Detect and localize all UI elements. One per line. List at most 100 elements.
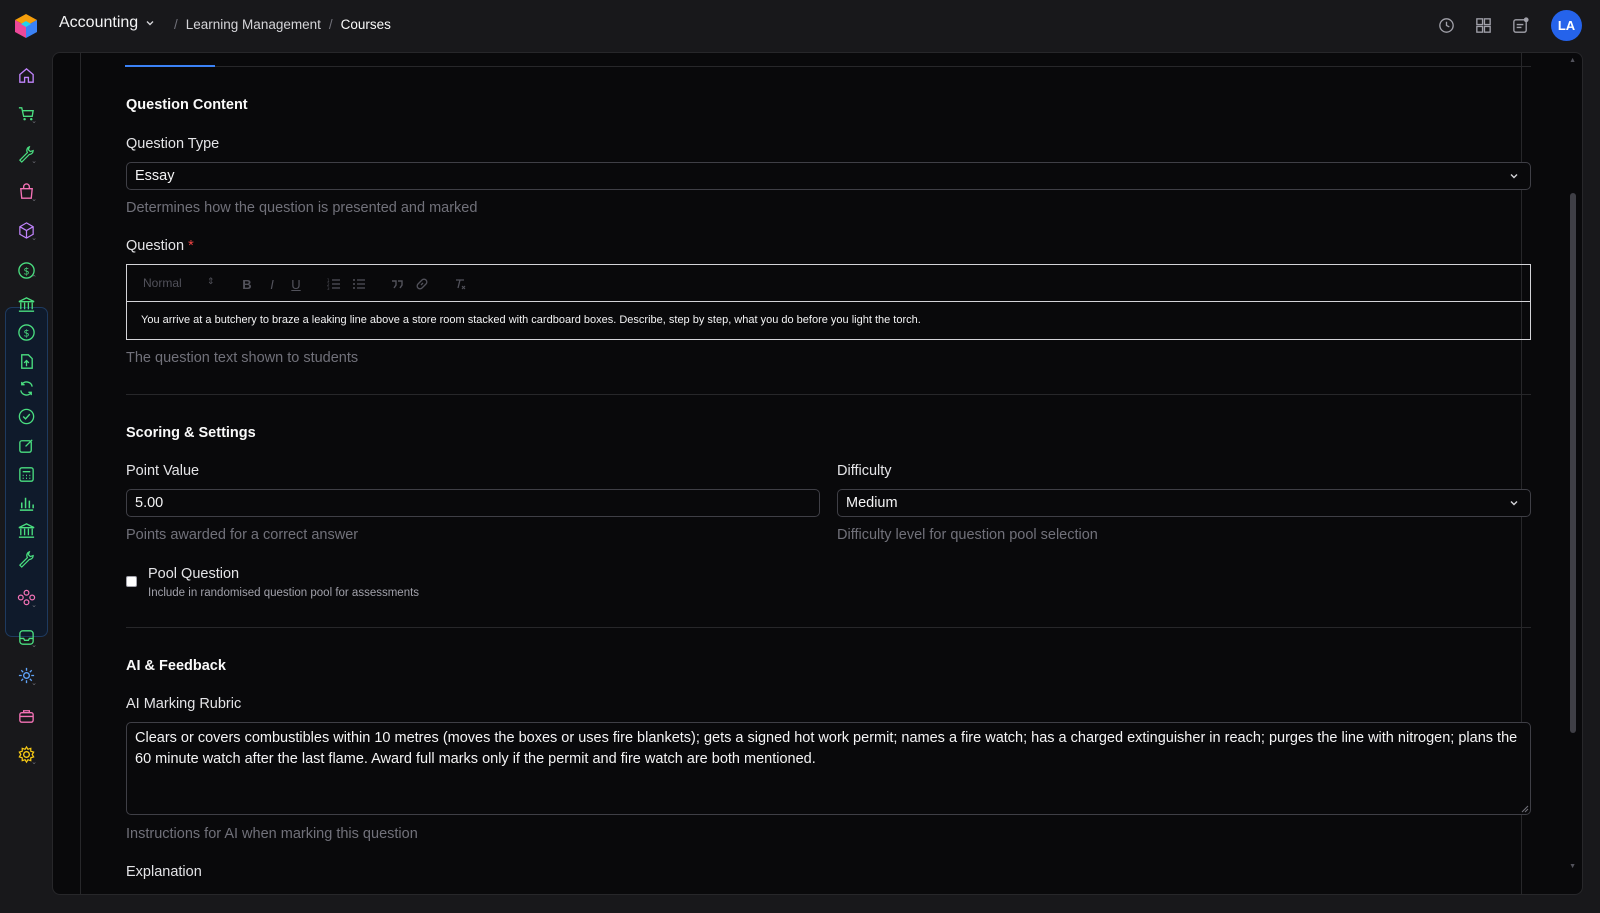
- breadcrumb: / Learning Management / Courses: [174, 17, 391, 32]
- top-actions: [1437, 16, 1530, 35]
- app-logo-icon[interactable]: [14, 13, 38, 39]
- upload-icon: [20, 353, 33, 369]
- question-type-select[interactable]: Essay: [126, 162, 1531, 190]
- question-label: Question *: [126, 238, 194, 254]
- sidebar-item-settings-tools[interactable]: [11, 543, 41, 573]
- sidebar-item-banking[interactable]: [11, 289, 41, 319]
- sidebar-item-inventory[interactable]: ⌄: [11, 215, 41, 245]
- edit-icon: [18, 438, 33, 453]
- ai-rubric-textarea[interactable]: Clears or covers combustibles within 10 …: [126, 722, 1531, 815]
- calculator-icon: [18, 466, 34, 482]
- sidebar-item-inbox[interactable]: ⌄: [11, 622, 41, 652]
- link-button[interactable]: [414, 276, 430, 292]
- section-divider: [126, 627, 1531, 628]
- sidebar-item-recurring[interactable]: [11, 373, 41, 403]
- sidebar-item-journal[interactable]: [11, 430, 41, 460]
- bank-icon: [18, 522, 34, 538]
- sidebar-item-people[interactable]: ⌄: [11, 582, 41, 612]
- pool-question-checkbox[interactable]: [126, 576, 137, 587]
- avatar[interactable]: LA: [1551, 10, 1582, 41]
- clock-icon[interactable]: [1437, 16, 1456, 35]
- link-icon: [416, 278, 428, 290]
- underline-button[interactable]: U: [288, 276, 304, 292]
- blockquote-button[interactable]: [389, 276, 405, 292]
- scroll-up-icon[interactable]: ▲: [1569, 57, 1576, 64]
- section-title-ai-feedback: AI & Feedback: [126, 658, 226, 674]
- section-title-question-content: Question Content: [126, 97, 248, 113]
- question-text[interactable]: You arrive at a butchery to braze a leak…: [141, 314, 921, 326]
- editor-toolbar: Normal ⇕ B I U 123: [127, 265, 1530, 302]
- bullet-list-icon: [353, 279, 365, 289]
- active-tab-indicator: [125, 65, 215, 67]
- difficulty-help: Difficulty level for question pool selec…: [837, 527, 1098, 543]
- italic-button[interactable]: I: [264, 276, 280, 292]
- clear-format-button[interactable]: [452, 276, 468, 292]
- point-value-label: Point Value: [126, 463, 200, 479]
- sidebar-item-uploads[interactable]: [11, 346, 41, 376]
- point-value-help: Points awarded for a correct answer: [126, 527, 359, 543]
- pool-question-description: Include in randomised question pool for …: [148, 587, 420, 599]
- app-name: Accounting: [59, 14, 139, 31]
- check-icon: [18, 408, 34, 424]
- sidebar-item-home[interactable]: [11, 60, 41, 90]
- difficulty-label: Difficulty: [837, 463, 892, 479]
- sidebar-item-integrations[interactable]: ⌄: [11, 660, 41, 690]
- dollar-icon: $: [17, 323, 35, 341]
- wrench-icon: [18, 550, 34, 568]
- quote-icon: [392, 280, 403, 289]
- bullet-list-button[interactable]: [351, 276, 367, 292]
- resize-handle-icon[interactable]: [1521, 805, 1529, 813]
- sidebar-item-assets[interactable]: [11, 515, 41, 545]
- pool-question-label[interactable]: Pool Question: [148, 566, 239, 582]
- sidebar-item-accounting[interactable]: $ ⌃: [11, 255, 41, 285]
- clear-format-icon: [456, 279, 466, 290]
- ordered-list-button[interactable]: 123: [326, 276, 342, 292]
- top-bar: Accounting / Learning Management / Cours…: [0, 0, 1600, 52]
- section-title-scoring: Scoring & Settings: [126, 425, 256, 441]
- chevron-down-icon: [1510, 174, 1518, 179]
- sidebar-item-sales[interactable]: ⌄: [11, 98, 41, 128]
- question-help: The question text shown to students: [126, 350, 359, 366]
- question-type-label: Question Type: [126, 136, 220, 152]
- bank-icon: [18, 296, 34, 312]
- svg-text:$: $: [23, 328, 29, 339]
- scrollbar-thumb[interactable]: [1570, 193, 1576, 733]
- sidebar-item-reports[interactable]: [11, 488, 41, 518]
- question-type-help: Determines how the question is presented…: [126, 200, 478, 216]
- section-divider: [126, 394, 1531, 395]
- format-select[interactable]: Normal: [143, 276, 182, 290]
- svg-text:$: $: [23, 266, 29, 277]
- explanation-label: Explanation: [126, 864, 202, 880]
- point-value-input[interactable]: 5.00: [126, 489, 820, 517]
- sidebar-item-settings[interactable]: ⌄: [11, 739, 41, 769]
- sidebar-item-reconcile[interactable]: [11, 401, 41, 431]
- sidebar-item-services[interactable]: ⌄: [11, 138, 41, 168]
- sidebar-item-jobs[interactable]: [11, 700, 41, 730]
- sidebar-item-purchasing[interactable]: ⌄: [11, 176, 41, 206]
- sidebar-item-tax[interactable]: [11, 459, 41, 489]
- notes-icon[interactable]: [1511, 16, 1530, 35]
- grid-icon[interactable]: [1474, 16, 1493, 35]
- bold-button[interactable]: B: [239, 276, 255, 292]
- main-panel: Question Content Question Type Essay Det…: [52, 52, 1583, 895]
- sidebar-item-payments[interactable]: $: [11, 317, 41, 347]
- difficulty-select[interactable]: Medium: [837, 489, 1531, 517]
- ai-rubric-label: AI Marking Rubric: [126, 696, 242, 712]
- briefcase-icon: [18, 709, 34, 723]
- scroll-down-icon[interactable]: ▼: [1569, 863, 1576, 870]
- ai-rubric-help: Instructions for AI when marking this qu…: [126, 826, 418, 842]
- up-down-icon: ⇕: [207, 276, 215, 286]
- svg-text:3: 3: [327, 286, 330, 291]
- chevron-down-icon: [146, 21, 154, 26]
- home-icon: [18, 67, 34, 83]
- question-editor: Normal ⇕ B I U 123 You arrive at a butch…: [126, 264, 1531, 340]
- app-switcher[interactable]: Accounting: [59, 14, 156, 32]
- required-marker: *: [188, 238, 194, 254]
- ordered-list-icon: 123: [327, 278, 340, 291]
- form-container[interactable]: Question Content Question Type Essay Det…: [80, 53, 1531, 894]
- refresh-icon: [19, 380, 33, 396]
- chevron-down-icon: [1510, 501, 1518, 506]
- breadcrumb-courses[interactable]: Courses: [341, 17, 391, 32]
- tab-bar-divider: [125, 66, 1531, 67]
- breadcrumb-learning-management[interactable]: Learning Management: [186, 17, 321, 32]
